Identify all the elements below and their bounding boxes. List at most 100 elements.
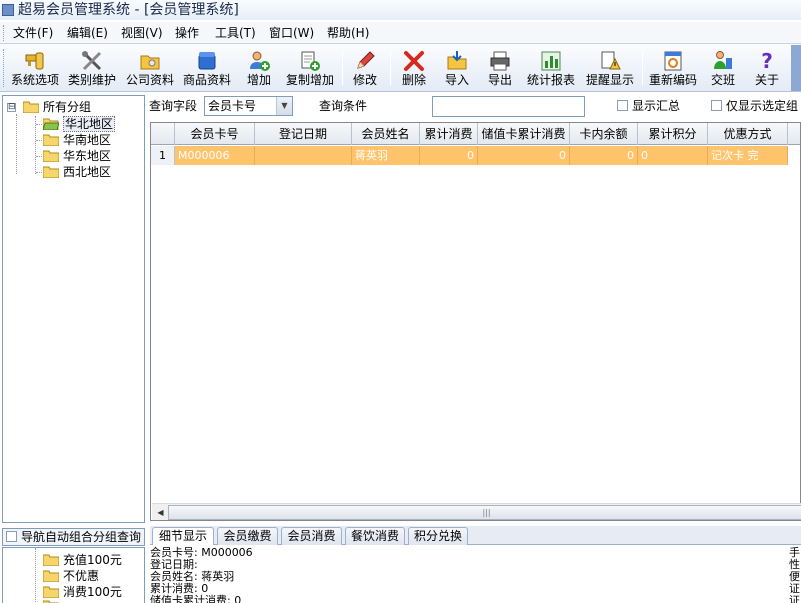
recode-label: 重新编码 [648,73,697,87]
folder-icon [43,554,59,566]
recode-button[interactable]: 重新编码 [647,47,699,89]
delete-label: 删除 [401,73,426,87]
reminder-display-button[interactable]: 提醒显示 [583,47,637,89]
horizontal-scrollbar[interactable]: ◀ ||| [152,503,801,520]
column-header[interactable]: 卡内余额 [570,123,638,145]
scroll-thumb[interactable]: ||| [168,505,801,520]
company-info-button[interactable]: 公司资料 [124,47,176,89]
scroll-left-icon[interactable]: ◀ [153,505,168,520]
tree-node-label: 华南地区 [63,133,112,147]
query-bar: 查询字段 会员卡号 ▼ 查询条件 显示汇总 仅显示选定组 [148,95,801,119]
about-button[interactable]: ? 关于 [751,47,783,89]
show-summary-label: 显示汇总 [632,99,681,113]
checkbox-box[interactable] [617,100,628,111]
column-header[interactable]: 会员卡号 [175,123,255,145]
tree-node-south-china[interactable]: 华南地区 [43,132,111,148]
copy-add-button[interactable]: 复制增加 [283,47,337,89]
discount-item-label: … [63,599,75,603]
checkbox-box[interactable] [711,100,722,111]
toolbar-separator [642,51,643,85]
tree-root-label: 所有分组 [43,100,92,114]
toolbar-grip [3,49,6,87]
grid-corner [151,123,175,145]
discount-item-label: 消费100元 [63,585,122,599]
menu-operation[interactable]: 操作 [175,25,199,41]
tree-node-root[interactable]: 所有分组 [23,99,91,115]
checkbox-box[interactable] [6,531,17,542]
folder-icon [140,55,160,70]
menu-help[interactable]: 帮助(H) [327,25,369,41]
system-options-button[interactable]: 系统选项 [9,47,61,89]
column-header[interactable]: 会员姓名 [352,123,420,145]
menu-file[interactable]: 文件(F) [13,25,53,41]
statistics-report-label: 统计报表 [526,73,575,87]
table-cell[interactable]: 记次卡 完 [708,146,788,165]
tree-node-label: 西北地区 [63,165,112,179]
table-cell[interactable]: 0 [420,146,478,165]
tab-points-exchange[interactable]: 积分兑换 [408,527,468,545]
tab-member-consumption[interactable]: 会员消费 [281,527,342,545]
tab-dining-consumption[interactable]: 餐饮消费 [345,527,405,545]
menu-view[interactable]: 视图(V) [121,25,163,41]
column-header[interactable]: 优惠方式 [708,123,788,145]
handover-label: 交班 [710,73,735,87]
column-header[interactable]: 累计积分 [638,123,708,145]
product-info-button[interactable]: 商品资料 [181,47,233,89]
column-header[interactable]: 登记日期 [255,123,352,145]
svg-text:?: ? [761,49,773,73]
toolbar-separator [390,51,391,85]
category-maintain-button[interactable]: 类别维护 [66,47,118,89]
app-icon [2,4,14,16]
statistics-report-button[interactable]: 统计报表 [525,47,577,89]
tab-member-payment[interactable]: 会员缴费 [217,527,278,545]
menu-tools[interactable]: 工具(T) [215,25,256,41]
tree-node-north-china[interactable]: 华北地区 [43,116,116,132]
table-cell[interactable]: 蒋英羽 [352,146,420,165]
query-condition-input[interactable] [432,96,585,117]
table-cell[interactable] [255,146,352,165]
tree-collapse-toggle[interactable]: ⊟ [7,103,16,112]
query-field-select[interactable]: 会员卡号 ▼ [204,96,293,116]
menu-edit[interactable]: 编辑(E) [67,25,108,41]
system-options-label: 系统选项 [10,73,59,87]
company-info-label: 公司资料 [125,73,174,87]
query-field-value: 会员卡号 [208,99,257,113]
show-selected-only-checkbox[interactable]: 仅显示选定组 [708,99,798,113]
query-field-label: 查询字段 [149,99,198,113]
folder-icon [43,166,59,178]
export-button[interactable]: 导出 [484,47,516,89]
discount-item[interactable]: 充值100元 [43,552,122,568]
table-cell[interactable]: 0 [638,146,708,165]
row-indicator[interactable]: 1 [151,146,175,165]
table-cell[interactable]: M000006 [175,146,255,165]
title-bar: 超易会员管理系统 - [会员管理系统] [0,0,801,20]
column-header[interactable]: 累计消费 [420,123,478,145]
table-row[interactable]: 1 M000006 蒋英羽 0 0 0 0 记次卡 完 [151,146,800,165]
toolbar-overflow-button[interactable] [791,45,801,91]
menu-window[interactable]: 窗口(W) [269,25,314,41]
add-button[interactable]: 增加 [244,47,274,89]
nav-auto-group-query-checkbox[interactable]: 导航自动组合分组查询 [2,528,145,546]
query-condition-label: 查询条件 [319,99,368,113]
import-icon [447,51,467,70]
table-cell[interactable]: 0 [478,146,570,165]
tree-node-northwest[interactable]: 西北地区 [43,164,111,180]
handover-button[interactable]: 交班 [707,47,739,89]
show-summary-checkbox[interactable]: 显示汇总 [614,99,680,113]
table-cell[interactable]: 0 [570,146,638,165]
tree-node-east-china[interactable]: 华东地区 [43,148,111,164]
discount-item[interactable]: … [43,598,75,603]
chevron-down-icon[interactable]: ▼ [276,97,292,115]
edit-button[interactable]: 修改 [350,47,380,89]
detail-panel: 会员卡号: M000006 登记日期: 会员姓名: 蒋英羽 累计消费: 0 储值… [150,545,801,603]
toolbar: 系统选项 类别维护 公司资料 商品资料 增加 复制增加 修改 删除 导入 导出 … [0,45,801,92]
delete-button[interactable]: 删除 [398,47,430,89]
edit-label: 修改 [352,73,377,87]
tab-detail[interactable]: 细节显示 [152,527,214,546]
discount-item[interactable]: 不优惠 [43,568,99,584]
detail-tabs: 细节显示 会员缴费 会员消费 餐饮消费 积分兑换 [150,526,801,546]
import-button[interactable]: 导入 [441,47,473,89]
tree-node-label: 华北地区 [63,116,116,132]
folder-icon [43,570,59,582]
column-header[interactable]: 储值卡累计消费 [478,123,570,145]
